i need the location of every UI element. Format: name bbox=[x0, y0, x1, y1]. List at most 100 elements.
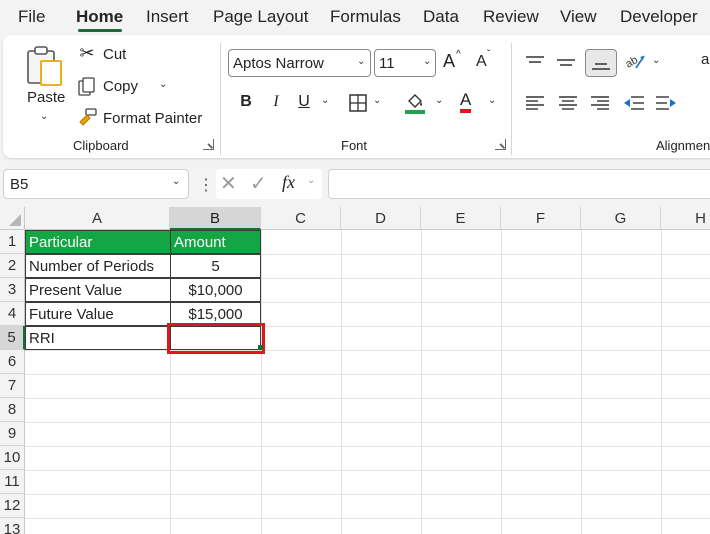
align-right-icon[interactable] bbox=[590, 95, 610, 111]
gridline bbox=[581, 230, 582, 534]
tab-review[interactable]: Review bbox=[483, 7, 539, 27]
clipboard-dialog-launcher-icon[interactable] bbox=[203, 139, 214, 150]
align-center-icon[interactable] bbox=[558, 95, 578, 111]
shrink-font-button[interactable]: A ˇ bbox=[476, 49, 500, 75]
row-header-12[interactable]: 12 bbox=[0, 494, 25, 518]
gridline bbox=[341, 230, 342, 534]
select-all-button[interactable] bbox=[0, 207, 25, 230]
align-bottom-button[interactable] bbox=[585, 49, 617, 77]
row-header-10[interactable]: 10 bbox=[0, 446, 25, 470]
row-header-5[interactable]: 5 bbox=[0, 326, 25, 350]
row-header-4[interactable]: 4 bbox=[0, 302, 25, 326]
insert-function-button[interactable]: fx bbox=[282, 172, 295, 193]
font-color-button[interactable]: A ⌄ bbox=[458, 91, 498, 117]
chevron-down-icon: ⌄ bbox=[435, 95, 444, 106]
tab-page-layout[interactable]: Page Layout bbox=[213, 7, 308, 27]
align-middle-icon[interactable] bbox=[556, 55, 576, 71]
enter-icon[interactable]: ✓ bbox=[250, 171, 267, 196]
gridline bbox=[25, 398, 710, 399]
paste-icon bbox=[27, 46, 62, 86]
selected-cell-highlight bbox=[167, 323, 265, 354]
name-box[interactable]: B5 ⌄ bbox=[3, 169, 189, 199]
chevron-down-icon: ⌄ bbox=[373, 95, 382, 106]
row-header-3[interactable]: 3 bbox=[0, 278, 25, 302]
align-top-icon[interactable] bbox=[525, 55, 545, 71]
fill-bucket-icon bbox=[405, 94, 425, 114]
gridline bbox=[25, 374, 710, 375]
fill-handle[interactable] bbox=[258, 345, 263, 350]
cell-a4[interactable]: Future Value bbox=[25, 302, 171, 326]
worksheet-grid[interactable]: A B C D E F G H 1 2 3 4 5 6 7 8 9 10 11 … bbox=[0, 207, 710, 534]
svg-text:ab: ab bbox=[624, 54, 640, 71]
tab-formulas[interactable]: Formulas bbox=[330, 7, 401, 27]
font-name-select[interactable]: Aptos Narrow ⌄ bbox=[228, 49, 371, 77]
row-header-1[interactable]: 1 bbox=[0, 230, 25, 254]
column-header-g[interactable]: G bbox=[581, 207, 661, 230]
row-header-9[interactable]: 9 bbox=[0, 422, 25, 446]
tab-developer[interactable]: Developer bbox=[620, 7, 698, 27]
increase-indent-icon[interactable] bbox=[655, 95, 677, 111]
underline-dropdown-icon[interactable]: ⌄ bbox=[321, 95, 329, 106]
paste-label: Paste bbox=[27, 89, 66, 106]
row-header-13[interactable]: 13 bbox=[0, 518, 25, 534]
column-header-h[interactable]: H bbox=[661, 207, 710, 230]
row-header-11[interactable]: 11 bbox=[0, 470, 25, 494]
tab-home[interactable]: Home bbox=[76, 7, 123, 27]
decrease-indent-icon[interactable] bbox=[623, 95, 645, 111]
column-header-c[interactable]: C bbox=[261, 207, 341, 230]
grow-font-button[interactable]: A ^ bbox=[443, 49, 467, 75]
clipboard-group-label: Clipboard bbox=[73, 138, 129, 153]
cell-b3[interactable]: $10,000 bbox=[170, 278, 261, 302]
tab-insert[interactable]: Insert bbox=[146, 7, 189, 27]
column-header-a[interactable]: A bbox=[25, 207, 170, 230]
font-size-select[interactable]: 11 ⌄ bbox=[374, 49, 436, 77]
underline-button[interactable]: U bbox=[296, 93, 312, 111]
bold-button[interactable]: B bbox=[238, 93, 254, 111]
gridline bbox=[25, 350, 710, 351]
cell-a1[interactable]: Particular bbox=[25, 230, 171, 254]
paste-dropdown-icon[interactable]: ⌄ bbox=[40, 111, 48, 122]
name-box-value: B5 bbox=[10, 176, 29, 193]
column-header-f[interactable]: F bbox=[501, 207, 581, 230]
chevron-down-icon: ⌄ bbox=[488, 95, 497, 106]
font-dialog-launcher-icon[interactable] bbox=[495, 139, 506, 150]
active-tab-indicator bbox=[78, 29, 122, 32]
formula-input[interactable] bbox=[328, 169, 710, 199]
more-options-icon[interactable]: ⋮ bbox=[198, 175, 214, 195]
cell-b1[interactable]: Amount bbox=[170, 230, 261, 254]
row-header-6[interactable]: 6 bbox=[0, 350, 25, 374]
align-left-icon[interactable] bbox=[525, 95, 545, 111]
tab-file[interactable]: File bbox=[18, 7, 45, 27]
column-header-d[interactable]: D bbox=[341, 207, 421, 230]
formula-bar: B5 ⌄ ⋮ ✕ ✓ fx ⌄ bbox=[0, 168, 710, 202]
tab-view[interactable]: View bbox=[560, 7, 597, 27]
row-header-7[interactable]: 7 bbox=[0, 374, 25, 398]
row-header-8[interactable]: 8 bbox=[0, 398, 25, 422]
chevron-down-icon[interactable]: ⌄ bbox=[307, 175, 315, 186]
cut-button[interactable]: ✂ Cut bbox=[77, 43, 157, 67]
cell-a5[interactable]: RRI bbox=[25, 326, 171, 350]
font-name-value: Aptos Narrow bbox=[233, 55, 324, 72]
cancel-icon[interactable]: ✕ bbox=[220, 171, 237, 196]
copy-label: Copy bbox=[103, 78, 139, 95]
font-group-label: Font bbox=[341, 138, 368, 153]
fill-color-button[interactable]: ⌄ bbox=[405, 91, 445, 117]
paste-button[interactable]: Paste ⌄ bbox=[17, 43, 69, 127]
cell-a2[interactable]: Number of Periods bbox=[25, 254, 171, 278]
cut-label: Cut bbox=[103, 46, 127, 63]
chevron-down-icon: ⌄ bbox=[652, 55, 661, 66]
orientation-button[interactable]: ab ⌄ bbox=[624, 51, 664, 75]
column-header-e[interactable]: E bbox=[421, 207, 501, 230]
gridline bbox=[261, 230, 262, 534]
italic-button[interactable]: I bbox=[268, 93, 284, 111]
copy-button[interactable]: Copy ⌄ bbox=[77, 75, 177, 99]
wrap-text-icon[interactable]: a bbox=[701, 51, 709, 68]
column-header-b[interactable]: B bbox=[170, 207, 261, 230]
row-header-2[interactable]: 2 bbox=[0, 254, 25, 278]
cell-b2[interactable]: 5 bbox=[170, 254, 261, 278]
tab-data[interactable]: Data bbox=[423, 7, 459, 27]
borders-button[interactable]: ⌄ bbox=[349, 93, 389, 115]
copy-dropdown-icon[interactable]: ⌄ bbox=[159, 79, 167, 90]
format-painter-button[interactable]: Format Painter bbox=[77, 107, 203, 131]
cell-a3[interactable]: Present Value bbox=[25, 278, 171, 302]
